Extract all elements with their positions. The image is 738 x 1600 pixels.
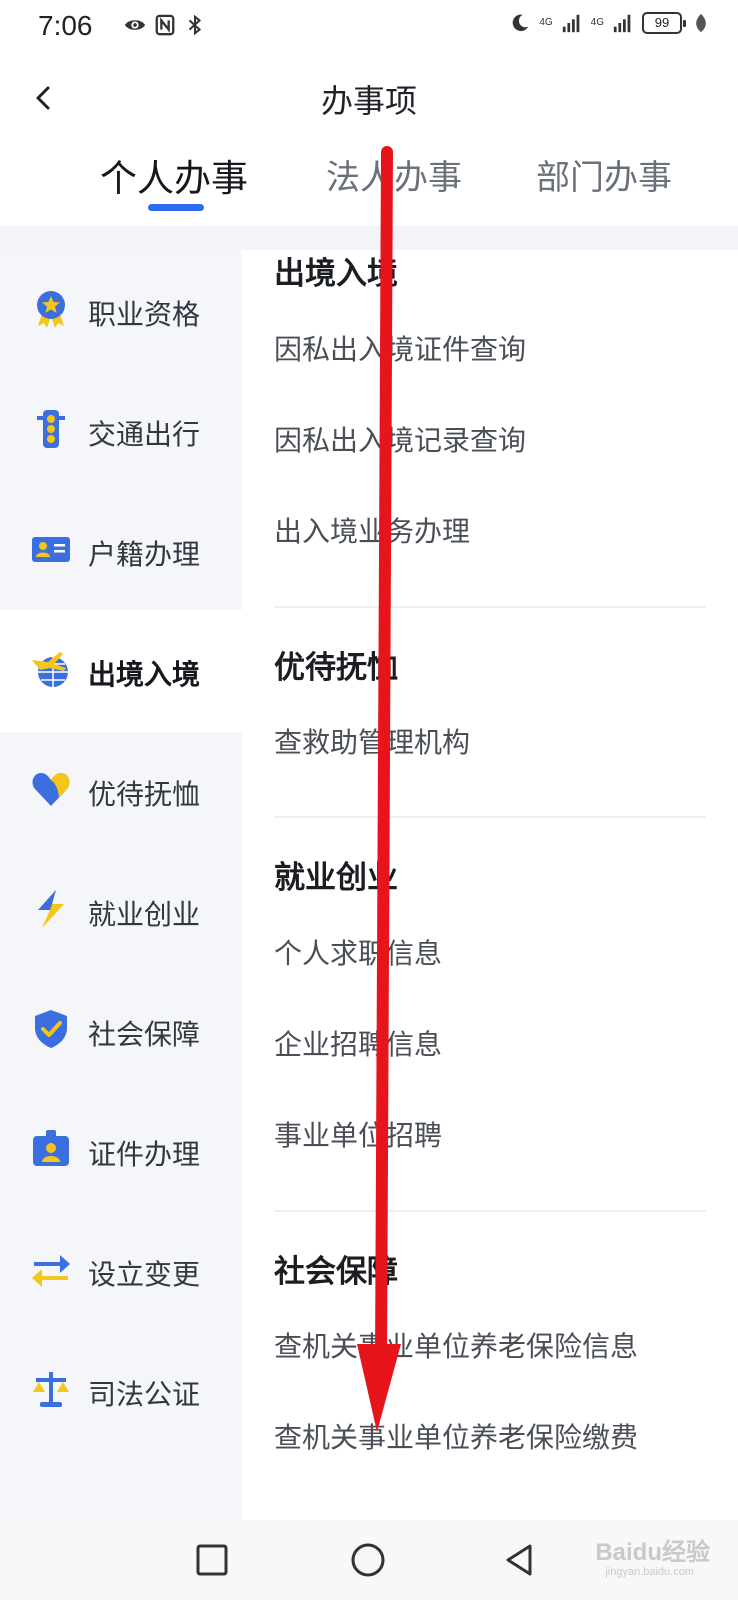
back-nav-button[interactable] (500, 1540, 540, 1580)
service-item[interactable]: 企业招聘信息 (274, 1023, 442, 1063)
moon-icon (513, 14, 529, 32)
section-title-preferential-care: 优待抚恤 (274, 650, 398, 686)
sidebar-item-label: 出境入境 (88, 658, 201, 691)
sidebar-item-exit-entry[interactable]: 出境入境 (0, 610, 242, 732)
status-bar: 7:06 4G 4G 99 (0, 0, 738, 56)
sidebar-item-label: 就业创业 (88, 898, 201, 931)
sidebar-item-label: 设立变更 (88, 1258, 201, 1291)
watermark-subtext: jingyan.baidu.com (605, 1566, 694, 1578)
tab-personal[interactable]: 个人办事 (100, 148, 248, 202)
service-item[interactable]: 因私出入境证件查询 (274, 328, 526, 368)
plane-globe-icon (32, 652, 68, 687)
sidebar-item-label: 户籍办理 (88, 538, 201, 571)
section-title-exit-entry: 出境入境 (274, 256, 398, 292)
battery-indicator: 99 (642, 12, 686, 34)
section-title-social-security: 社会保障 (274, 1254, 398, 1290)
recents-button[interactable] (192, 1540, 232, 1580)
tab-legal-person[interactable]: 法人办事 (326, 150, 462, 199)
sidebar-item-transportation[interactable]: 交通出行 (0, 370, 242, 492)
sidebar-item-occupational-qualification[interactable]: 职业资格 (0, 250, 242, 372)
sidebar-item-label: 交通出行 (88, 418, 201, 451)
sidebar-item-label: 社会保障 (88, 1018, 201, 1051)
home-button[interactable] (348, 1540, 388, 1580)
tab-bar: 个人办事 法人办事 部门办事 (0, 140, 738, 226)
sidebar-item-label: 优待抚恤 (88, 778, 201, 811)
section-title-employment: 就业创业 (274, 860, 398, 896)
sidebar-item-employment[interactable]: 就业创业 (0, 850, 242, 972)
category-sidebar: 职业资格 交通出行 户籍办理 出境入境 优待抚恤 就业创业 社会保障 证件办理 … (0, 250, 242, 1520)
scales-icon (33, 1372, 69, 1407)
sidebar-item-label: 司法公证 (88, 1378, 201, 1411)
service-item[interactable]: 因私出入境记录查询 (274, 419, 526, 459)
bluetooth-icon (188, 14, 202, 36)
status-time: 7:06 (38, 10, 93, 41)
service-list: 出境入境 因私出入境证件查询 因私出入境记录查询 出入境业务办理 优待抚恤 查救… (242, 250, 738, 1520)
status-icons-right: 4G 4G 99 (509, 12, 712, 34)
sidebar-item-social-security[interactable]: 社会保障 (0, 970, 242, 1092)
service-item[interactable]: 查机关事业单位养老保险缴费 (274, 1416, 638, 1456)
heart-icon (32, 773, 70, 806)
medal-icon (37, 291, 65, 328)
signal-bars-icon (562, 14, 579, 33)
watermark-text: Baidu经验 (595, 1539, 710, 1566)
service-item[interactable]: 出入境业务办理 (274, 510, 470, 550)
service-item[interactable]: 查救助管理机构 (274, 721, 470, 761)
shield-check-icon (35, 1010, 67, 1048)
section-divider (274, 816, 706, 818)
nav-bar: 办事项 (0, 60, 738, 136)
separator-band (0, 226, 738, 250)
leaf-icon (696, 13, 706, 33)
sidebar-item-label: 职业资格 (88, 298, 201, 331)
system-nav-bar: Baidu经验 jingyan.baidu.com (0, 1520, 738, 1600)
active-tab-indicator (148, 204, 204, 211)
status-icons-left (124, 14, 206, 36)
tab-department[interactable]: 部门办事 (536, 150, 672, 199)
section-divider (274, 1210, 706, 1212)
signal-4g-label-1: 4G (539, 17, 553, 28)
traffic-light-icon (37, 410, 65, 448)
badge-icon (33, 1130, 69, 1166)
service-item[interactable]: 事业单位招聘 (274, 1114, 442, 1154)
signal-4g-label-2: 4G (590, 17, 604, 28)
section-divider (274, 606, 706, 608)
swap-arrows-icon (32, 1255, 70, 1287)
service-item[interactable]: 查机关事业单位养老保险信息 (274, 1325, 638, 1365)
id-card-icon (32, 537, 70, 562)
sidebar-item-certificate[interactable]: 证件办理 (0, 1090, 242, 1212)
sidebar-item-label: 证件办理 (88, 1138, 201, 1171)
sidebar-item-preferential-care[interactable]: 优待抚恤 (0, 730, 242, 852)
page-title: 办事项 (320, 82, 417, 120)
sidebar-item-household-registration[interactable]: 户籍办理 (0, 490, 242, 612)
sidebar-item-establishment-change[interactable]: 设立变更 (0, 1210, 242, 1332)
sidebar-item-judicial-notary[interactable]: 司法公证 (0, 1330, 242, 1452)
service-item[interactable]: 个人求职信息 (274, 932, 442, 972)
eye-icon (124, 20, 146, 30)
signal-bars-icon (613, 14, 631, 33)
lightning-icon (38, 890, 64, 928)
nfc-icon (155, 14, 175, 36)
